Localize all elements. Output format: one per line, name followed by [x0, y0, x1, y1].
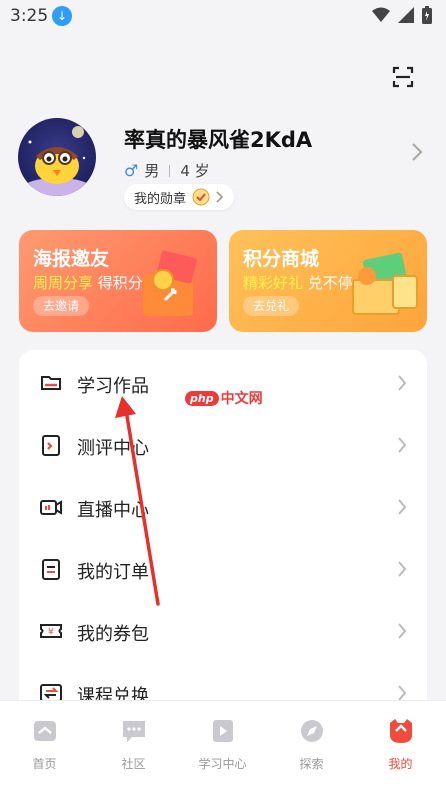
meta-divider: [169, 164, 171, 177]
profile-header[interactable]: 率真的暴风雀2KdA ♂ 男 4 岁 我的勋章: [18, 118, 428, 218]
shopping-box-icon: [352, 252, 418, 315]
menu-item-assessment[interactable]: 测评中心: [19, 414, 427, 476]
menu-label: 学习作品: [77, 376, 149, 397]
profile-name: 率真的暴风雀2KdA: [124, 128, 313, 152]
bottom-tab-bar: 首页 社区 学习中心 探索 我的: [0, 700, 446, 794]
watermark-logo: php: [185, 390, 219, 406]
promo-card-mall[interactable]: 积分商城 精彩好礼 兑不停 去兑礼: [229, 230, 427, 332]
profile-meta: ♂ 男 4 岁: [124, 160, 210, 181]
study-center-icon: [212, 720, 233, 742]
menu-label: 我的订单: [77, 562, 149, 583]
profile-age: 4 岁: [180, 162, 210, 180]
tab-community[interactable]: 社区: [89, 717, 178, 777]
promo-subtitle-highlight: 周周分享: [33, 274, 94, 292]
promo-title: 海报邀友: [33, 248, 110, 270]
download-icon: ↓: [52, 6, 72, 26]
male-icon: ♂: [124, 161, 139, 180]
promo-subtitle-highlight: 精彩好礼: [243, 274, 304, 292]
chevron-right-icon: [398, 561, 407, 577]
status-bar: 3:25 ↓: [0, 0, 446, 32]
status-time: 3:25: [10, 6, 49, 26]
assessment-icon: [42, 435, 60, 456]
tab-label: 探索: [299, 757, 324, 771]
live-video-icon: [40, 500, 62, 515]
wifi-icon: [372, 7, 390, 22]
scan-icon: [392, 66, 414, 88]
tab-explore[interactable]: 探索: [267, 717, 356, 777]
chevron-right-icon: [398, 437, 407, 453]
profile-tab-icon: [389, 719, 412, 743]
profile-chevron-right-icon[interactable]: [410, 142, 424, 162]
tab-home[interactable]: 首页: [0, 717, 89, 777]
tab-label: 学习中心: [198, 757, 247, 771]
profile-gender: 男: [144, 162, 160, 180]
coupon-icon: ¥: [40, 624, 62, 638]
explore-icon: [300, 720, 323, 742]
redeem-button[interactable]: 去兑礼: [243, 296, 300, 316]
avatar[interactable]: [18, 118, 96, 196]
status-icons: [372, 6, 432, 24]
promo-card-invite[interactable]: 海报邀友 周周分享 得积分 去邀请: [19, 230, 217, 332]
order-icon: [42, 559, 60, 580]
menu-label: 测评中心: [77, 438, 149, 459]
chevron-right-icon: [216, 191, 224, 203]
tab-label: 我的: [388, 757, 413, 771]
battery-icon: [422, 6, 432, 24]
chevron-right-icon: [398, 375, 407, 391]
folder-icon: [41, 376, 61, 390]
promo-subtitle: 周周分享 得积分: [33, 272, 143, 293]
my-badges-label: 我的勋章: [134, 191, 187, 207]
menu-item-my-coupons[interactable]: ¥ 我的券包: [19, 600, 427, 662]
medal-icon: [192, 188, 210, 206]
svg-text:¥: ¥: [48, 628, 54, 638]
promo-title: 积分商城: [243, 248, 320, 270]
tab-study-center[interactable]: 学习中心: [178, 717, 267, 777]
my-badges-button[interactable]: 我的勋章: [124, 184, 235, 210]
gift-box-icon: [143, 250, 197, 316]
home-icon: [33, 721, 56, 741]
chevron-right-icon: [398, 499, 407, 515]
menu-label: 我的券包: [77, 624, 149, 645]
tab-label: 首页: [32, 757, 57, 771]
community-icon: [122, 721, 145, 742]
watermark: php 中文网: [185, 388, 263, 408]
tab-mine[interactable]: 我的: [356, 717, 445, 777]
watermark-text: 中文网: [220, 391, 263, 407]
menu-label: 直播中心: [77, 500, 149, 521]
tab-label: 社区: [121, 757, 146, 771]
chevron-right-icon: [398, 623, 407, 639]
signal-icon: [398, 7, 414, 23]
mascot-avatar-icon: [23, 126, 91, 196]
promo-subtitle: 精彩好礼 兑不停: [243, 272, 353, 293]
scan-button[interactable]: [390, 64, 416, 90]
menu-item-my-orders[interactable]: 我的订单: [19, 538, 427, 600]
invite-button[interactable]: 去邀请: [33, 296, 90, 316]
menu-item-live-center[interactable]: 直播中心: [19, 476, 427, 538]
